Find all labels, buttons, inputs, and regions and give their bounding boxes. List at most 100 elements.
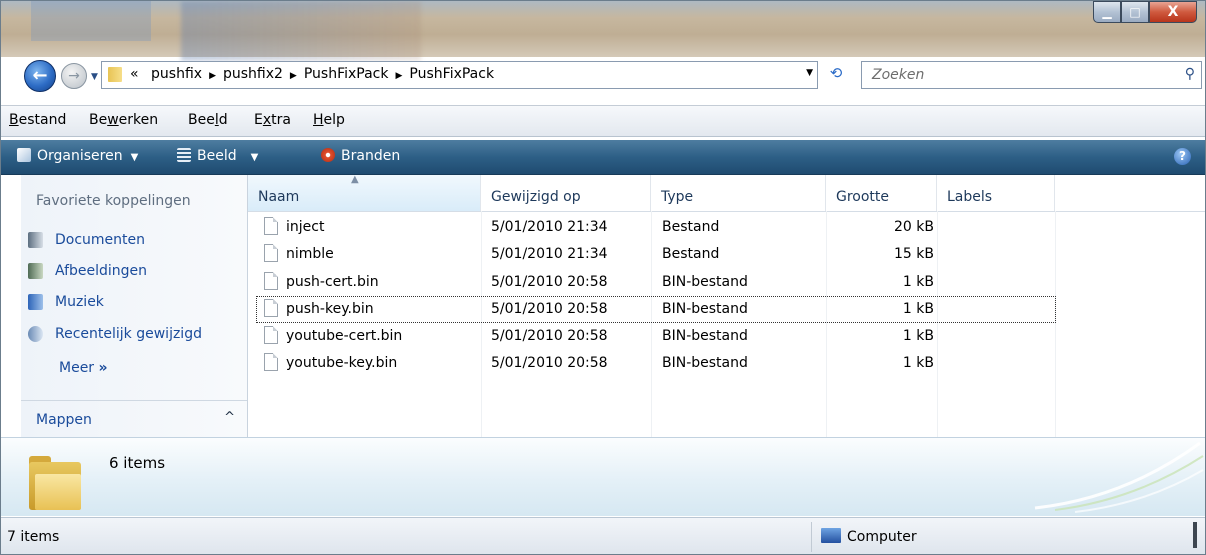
file-row[interactable]: inject 5/01/2010 21:34 Bestand 20 kB — [256, 214, 1056, 241]
breadcrumb-item[interactable]: pushfix — [151, 66, 202, 82]
disc-icon — [321, 148, 335, 162]
address-bar[interactable]: « pushfix ▶ pushfix2 ▶ PushFixPack ▶ PushFixPa… — [101, 61, 818, 89]
file-type: BIN-bestand — [662, 274, 748, 290]
minimize-button[interactable]: ▁ — [1093, 1, 1121, 23]
file-icon — [264, 326, 278, 344]
command-bar: Organiseren ▼ Beeld ▼ Branden ? — [1, 140, 1205, 175]
file-size: 1 kB — [902, 274, 934, 290]
explorer-window: ▁ □ X ← → ▼ « pushfix ▶ pushfix2 ▶ PushFixPa… — [0, 0, 1206, 555]
file-size: 15 kB — [894, 246, 934, 262]
organise-icon — [17, 148, 31, 162]
breadcrumb-item[interactable]: PushFixPack — [304, 66, 389, 82]
more-links[interactable]: Meer » — [59, 360, 108, 376]
folder-icon — [29, 456, 81, 510]
address-row: ← → ▼ « pushfix ▶ pushfix2 ▶ PushFixPack ▶ Pus… — [1, 57, 1205, 93]
status-zone: Computer — [821, 528, 917, 545]
file-name: inject — [286, 219, 325, 235]
breadcrumb-item[interactable]: pushfix2 — [223, 66, 283, 82]
column-header-type[interactable]: Type — [651, 175, 826, 211]
file-icon — [264, 299, 278, 317]
resize-grip[interactable] — [1193, 522, 1197, 548]
address-dropdown-icon[interactable]: ▼ — [806, 68, 813, 78]
file-name: youtube-cert.bin — [286, 328, 403, 344]
close-button[interactable]: X — [1149, 1, 1197, 23]
search-input[interactable]: Zoeken ⚲ — [861, 61, 1202, 89]
back-button[interactable]: ← — [24, 60, 56, 92]
menu-bar: Bestand Bewerken Beeld Extra Help — [1, 105, 1205, 137]
column-header-modified[interactable]: Gewijzigd op — [481, 175, 651, 211]
status-bar: 7 items Computer — [1, 517, 1205, 554]
file-type: BIN-bestand — [662, 355, 748, 371]
file-type: Bestand — [662, 219, 720, 235]
menu-extra[interactable]: Extra — [254, 112, 291, 128]
file-type: Bestand — [662, 246, 720, 262]
glass-background — [31, 1, 151, 41]
glass-background — [181, 1, 421, 61]
file-icon — [264, 353, 278, 371]
breadcrumb: « pushfix ▶ pushfix2 ▶ PushFixPack ▶ PushFixPa… — [130, 66, 494, 82]
breadcrumb-separator-icon[interactable]: ▶ — [290, 71, 297, 81]
file-type: BIN-bestand — [662, 328, 748, 344]
file-size: 1 kB — [902, 301, 934, 317]
nav-link-music[interactable]: Muziek — [28, 291, 104, 313]
nav-link-documents[interactable]: Documenten — [28, 229, 145, 251]
file-row[interactable]: nimble 5/01/2010 21:34 Bestand 15 kB — [256, 241, 1056, 268]
column-header-labels[interactable]: Labels — [937, 175, 1055, 211]
details-item-count: 6 items — [109, 454, 166, 472]
column-header-name[interactable]: ▲ Naam — [248, 174, 481, 211]
file-row-focused[interactable]: push-key.bin 5/01/2010 20:58 BIN-bestand… — [256, 296, 1056, 323]
organise-button[interactable]: Organiseren ▼ — [17, 148, 138, 164]
menu-bestand[interactable]: Bestand — [9, 112, 66, 128]
nav-link-recent[interactable]: Recentelijk gewijzigd — [28, 323, 202, 345]
file-name: push-key.bin — [286, 301, 374, 317]
computer-icon — [821, 528, 841, 543]
folder-icon — [108, 67, 122, 82]
breadcrumb-separator-icon[interactable]: ▶ — [396, 71, 403, 81]
file-modified: 5/01/2010 21:34 — [491, 219, 608, 235]
column-headers: ▲ Naam Gewijzigd op Type Grootte Labels — [248, 174, 1205, 212]
sort-ascending-icon: ▲ — [351, 174, 359, 185]
folders-toggle[interactable]: Mappen ^ — [21, 400, 247, 438]
file-size: 1 kB — [902, 355, 934, 371]
file-row[interactable]: youtube-key.bin 5/01/2010 20:58 BIN-best… — [256, 350, 1056, 377]
file-icon — [264, 217, 278, 235]
view-button[interactable]: Beeld ▼ — [177, 148, 258, 164]
file-list: ▲ Naam Gewijzigd op Type Grootte Labels … — [248, 174, 1205, 437]
maximize-button[interactable]: □ — [1121, 1, 1149, 23]
file-row[interactable]: push-cert.bin 5/01/2010 20:58 BIN-bestan… — [256, 269, 1056, 296]
favorites-heading: Favoriete koppelingen — [36, 193, 191, 209]
chevron-right-double-icon: » — [98, 360, 108, 376]
breadcrumb-separator-icon[interactable]: ▶ — [209, 71, 216, 81]
search-placeholder: Zoeken — [872, 67, 925, 83]
file-type: BIN-bestand — [662, 301, 748, 317]
details-pane: 6 items — [1, 437, 1205, 516]
file-row[interactable]: youtube-cert.bin 5/01/2010 20:58 BIN-bes… — [256, 323, 1056, 350]
forward-button[interactable]: → — [61, 63, 87, 89]
folders-label: Mappen — [36, 412, 92, 428]
file-modified: 5/01/2010 20:58 — [491, 328, 608, 344]
navigation-pane: Favoriete koppelingen Documenten Afbeeld… — [21, 175, 248, 437]
nav-link-pictures[interactable]: Afbeeldingen — [28, 260, 147, 282]
breadcrumb-item[interactable]: PushFixPack — [409, 66, 494, 82]
refresh-icon[interactable]: ⟲ — [823, 64, 849, 86]
menu-beeld[interactable]: Beeld — [188, 112, 228, 128]
menu-bewerken[interactable]: Bewerken — [89, 112, 158, 128]
file-name: nimble — [286, 246, 334, 262]
magnifier-icon[interactable]: ⚲ — [1185, 66, 1195, 82]
file-modified: 5/01/2010 20:58 — [491, 301, 608, 317]
caption-buttons: ▁ □ X — [1093, 1, 1197, 23]
music-icon — [28, 294, 43, 310]
pictures-icon — [28, 263, 43, 279]
menu-help[interactable]: Help — [313, 112, 345, 128]
file-modified: 5/01/2010 20:58 — [491, 355, 608, 371]
file-modified: 5/01/2010 20:58 — [491, 274, 608, 290]
status-item-count: 7 items — [7, 529, 60, 545]
title-bar[interactable]: ▁ □ X — [1, 1, 1205, 61]
recent-icon — [28, 326, 43, 342]
help-icon[interactable]: ? — [1174, 148, 1191, 165]
recent-pages-dropdown-icon[interactable]: ▼ — [91, 72, 98, 82]
column-header-size[interactable]: Grootte — [826, 175, 937, 211]
file-modified: 5/01/2010 21:34 — [491, 246, 608, 262]
burn-button[interactable]: Branden — [321, 148, 400, 164]
breadcrumb-overflow[interactable]: « — [130, 66, 139, 82]
